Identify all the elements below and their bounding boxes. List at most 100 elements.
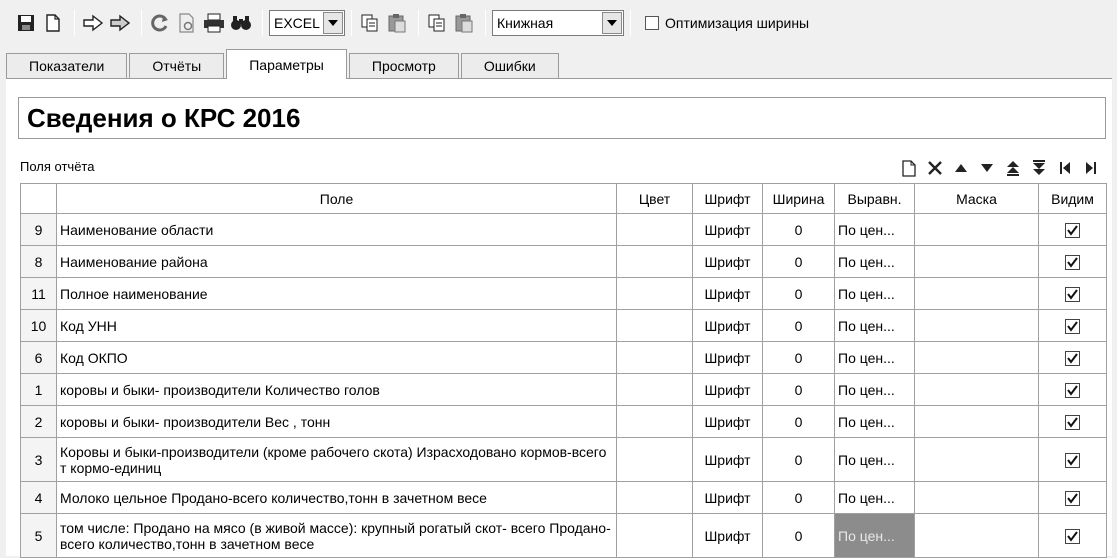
report-title-field[interactable]: Сведения о КРС 2016 — [18, 97, 1106, 139]
color-cell[interactable] — [616, 277, 693, 310]
mask-cell[interactable] — [914, 213, 1039, 246]
tab-preview[interactable]: Просмотр — [348, 53, 459, 78]
font-cell[interactable]: Шрифт — [692, 341, 763, 374]
color-cell[interactable] — [616, 213, 693, 246]
color-cell[interactable] — [616, 341, 693, 374]
font-cell[interactable]: Шрифт — [692, 513, 763, 558]
mask-cell[interactable] — [914, 341, 1039, 374]
optimize-width-checkbox[interactable]: Оптимизация ширины — [645, 15, 809, 31]
col-header-mask[interactable]: Маска — [914, 183, 1039, 214]
field-name-cell[interactable]: том числе: Продано на мясо (в живой масс… — [56, 513, 617, 558]
visible-checkbox[interactable] — [1065, 318, 1080, 334]
mask-cell[interactable] — [914, 513, 1039, 558]
width-cell[interactable]: 0 — [762, 245, 835, 278]
visible-checkbox[interactable] — [1065, 490, 1080, 506]
color-cell[interactable] — [616, 437, 693, 482]
save-icon[interactable] — [14, 11, 38, 35]
mask-cell[interactable] — [914, 481, 1039, 514]
delete-row-icon[interactable] — [924, 157, 946, 179]
align-cell[interactable]: По цен... — [834, 277, 915, 310]
visible-checkbox[interactable] — [1065, 254, 1080, 270]
mask-cell[interactable] — [914, 373, 1039, 406]
col-header-font[interactable]: Шрифт — [692, 183, 763, 214]
export-format-select[interactable]: EXCEL — [269, 10, 345, 36]
field-name-cell[interactable]: коровы и быки- производители Вес , тонн — [56, 405, 617, 438]
visible-checkbox[interactable] — [1065, 286, 1080, 302]
mask-cell[interactable] — [914, 309, 1039, 342]
col-header-visible[interactable]: Видим — [1038, 183, 1107, 214]
width-cell[interactable]: 0 — [762, 341, 835, 374]
paste-icon[interactable] — [385, 11, 409, 35]
width-cell[interactable]: 0 — [762, 373, 835, 406]
col-header-color[interactable]: Цвет — [616, 183, 693, 214]
tab-parameters[interactable]: Параметры — [226, 49, 347, 79]
print-icon[interactable] — [202, 11, 226, 35]
move-down-icon[interactable] — [976, 157, 998, 179]
preview-icon[interactable] — [175, 11, 199, 35]
align-cell[interactable]: По цен... — [834, 341, 915, 374]
font-cell[interactable]: Шрифт — [692, 277, 763, 310]
col-header-width[interactable]: Ширина — [762, 183, 835, 214]
font-cell[interactable]: Шрифт — [692, 481, 763, 514]
table-row[interactable]: 9 Наименование области Шрифт 0 По цен... — [20, 213, 1107, 246]
table-row[interactable]: 4 Молоко цельное Продано-всего количество… — [20, 481, 1107, 514]
add-row-icon[interactable] — [898, 157, 920, 179]
col-header-field[interactable]: Поле — [56, 183, 617, 214]
field-name-cell[interactable]: Наименование области — [56, 213, 617, 246]
font-cell[interactable]: Шрифт — [692, 245, 763, 278]
first-icon[interactable] — [1054, 157, 1076, 179]
field-name-cell[interactable]: Код ОКПО — [56, 341, 617, 374]
field-name-cell[interactable]: Код УНН — [56, 309, 617, 342]
chevron-down-icon[interactable] — [323, 12, 343, 34]
align-cell[interactable]: По цен... — [834, 309, 915, 342]
align-cell[interactable]: По цен... — [834, 513, 915, 558]
field-name-cell[interactable]: коровы и быки- производители Количество … — [56, 373, 617, 406]
width-cell[interactable]: 0 — [762, 481, 835, 514]
align-cell[interactable]: По цен... — [834, 481, 915, 514]
find-icon[interactable] — [229, 11, 253, 35]
mask-cell[interactable] — [914, 245, 1039, 278]
visible-checkbox[interactable] — [1065, 350, 1080, 366]
table-row[interactable]: 1 коровы и быки- производители Количество… — [20, 373, 1107, 406]
export-icon[interactable] — [81, 11, 105, 35]
width-cell[interactable]: 0 — [762, 277, 835, 310]
table-row[interactable]: 8 Наименование района Шрифт 0 По цен... — [20, 245, 1107, 278]
col-header-align[interactable]: Выравн. — [834, 183, 915, 214]
copy2-icon[interactable] — [425, 11, 449, 35]
color-cell[interactable] — [616, 405, 693, 438]
width-cell[interactable]: 0 — [762, 437, 835, 482]
field-name-cell[interactable]: Полное наименование — [56, 277, 617, 310]
optimize-width-box[interactable] — [645, 16, 659, 30]
refresh-icon[interactable] — [148, 11, 172, 35]
tab-errors[interactable]: Ошибки — [460, 53, 559, 78]
color-cell[interactable] — [616, 309, 693, 342]
chevron-down-icon[interactable] — [602, 12, 622, 34]
align-cell[interactable]: По цен... — [834, 373, 915, 406]
font-cell[interactable]: Шрифт — [692, 405, 763, 438]
visible-checkbox[interactable] — [1065, 414, 1080, 430]
font-cell[interactable]: Шрифт — [692, 437, 763, 482]
table-row[interactable]: 3 Коровы и быки-производители (кроме рабо… — [20, 437, 1107, 482]
table-row[interactable]: 5 том числе: Продано на мясо (в живой ма… — [20, 513, 1107, 558]
font-cell[interactable]: Шрифт — [692, 213, 763, 246]
new-document-icon[interactable] — [41, 11, 65, 35]
paste2-icon[interactable] — [452, 11, 476, 35]
move-bottom-icon[interactable] — [1028, 157, 1050, 179]
import-icon[interactable] — [108, 11, 132, 35]
font-cell[interactable]: Шрифт — [692, 373, 763, 406]
last-icon[interactable] — [1080, 157, 1102, 179]
copy-icon[interactable] — [358, 11, 382, 35]
font-cell[interactable]: Шрифт — [692, 309, 763, 342]
table-row[interactable]: 2 коровы и быки- производители Вес , тонн… — [20, 405, 1107, 438]
color-cell[interactable] — [616, 481, 693, 514]
visible-checkbox[interactable] — [1065, 222, 1080, 238]
tab-reports[interactable]: Отчёты — [129, 53, 225, 78]
color-cell[interactable] — [616, 513, 693, 558]
align-cell[interactable]: По цен... — [834, 405, 915, 438]
width-cell[interactable]: 0 — [762, 405, 835, 438]
table-row[interactable]: 6 Код ОКПО Шрифт 0 По цен... — [20, 341, 1107, 374]
move-top-icon[interactable] — [1002, 157, 1024, 179]
align-cell[interactable]: По цен... — [834, 437, 915, 482]
mask-cell[interactable] — [914, 277, 1039, 310]
color-cell[interactable] — [616, 245, 693, 278]
